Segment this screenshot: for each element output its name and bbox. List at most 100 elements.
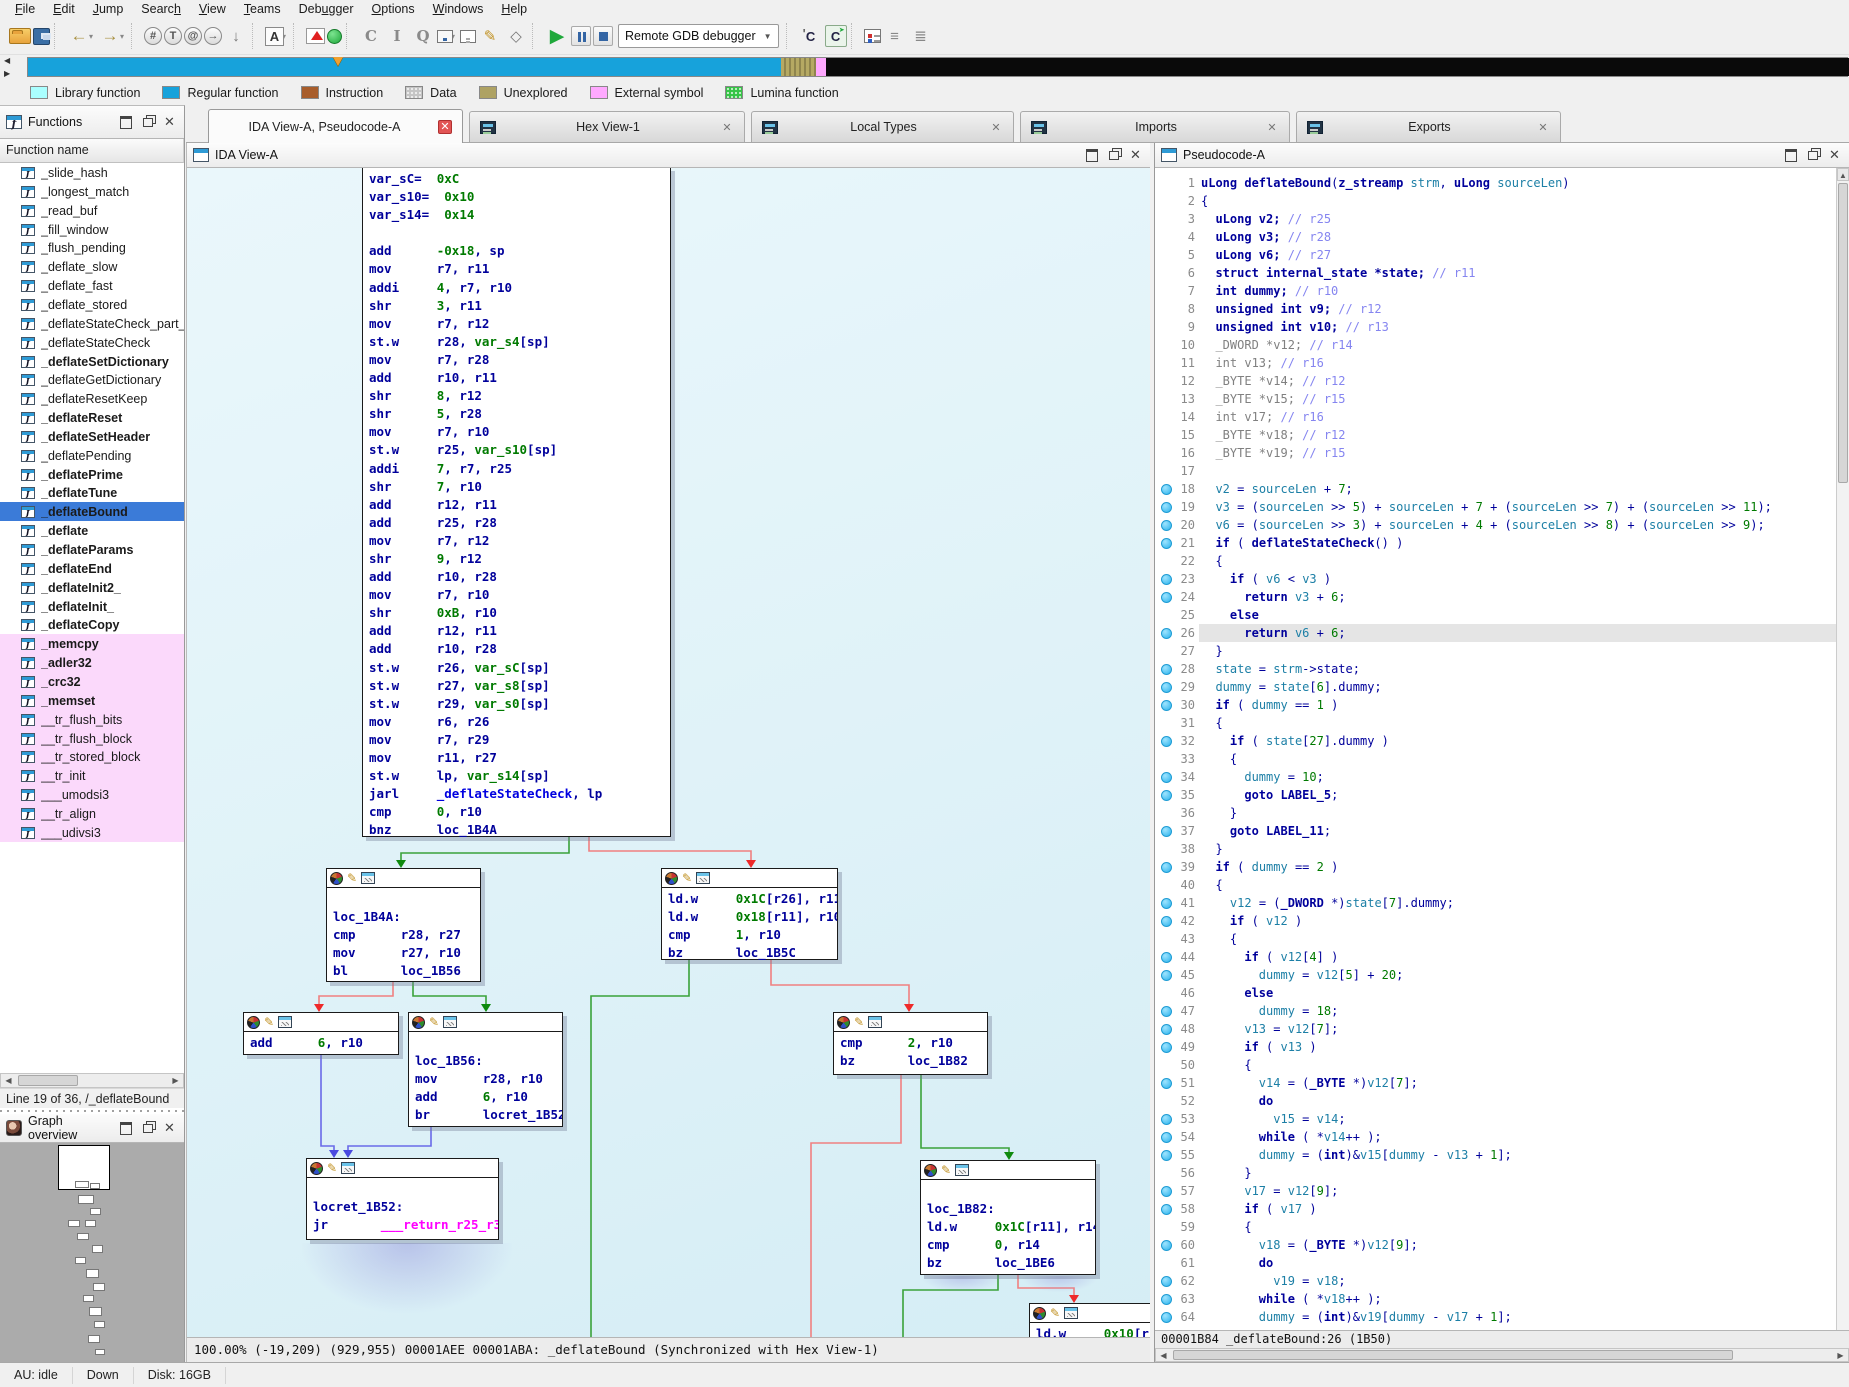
menu-file[interactable]: File: [6, 0, 44, 18]
block-frame-icon[interactable]: [361, 872, 375, 884]
pseudocode-line-32[interactable]: 32 if ( state[27].dummy ): [1155, 732, 1836, 750]
close-icon[interactable]: ✕: [720, 120, 734, 134]
jump-segment-icon[interactable]: @: [184, 27, 202, 45]
close-icon[interactable]: ✕: [989, 120, 1003, 134]
maximize-button[interactable]: [117, 1121, 134, 1135]
menu-search[interactable]: Search: [132, 0, 190, 18]
menu-teams[interactable]: Teams: [235, 0, 290, 18]
trace-edit-icon[interactable]: ✎: [478, 24, 502, 48]
hscroll-right-icon[interactable]: ▶: [1833, 1351, 1848, 1360]
basic-block-2[interactable]: ✎ld.w 0x1C[r26], r11ld.w 0x18[r11], r10c…: [661, 868, 838, 960]
basic-block-1[interactable]: ✎loc_1B4A:cmp r28, r27mov r27, r10bl loc…: [326, 868, 481, 982]
pseudocode-line-45[interactable]: 45 dummy = v12[5] + 20;: [1155, 966, 1836, 984]
pseudocode-hscrollbar[interactable]: ◀ ▶: [1155, 1348, 1849, 1362]
block-edit-icon[interactable]: ✎: [347, 872, 357, 885]
hscroll-thumb[interactable]: [1173, 1350, 1733, 1360]
pseudocode-line-35[interactable]: 35 goto LABEL_5;: [1155, 786, 1836, 804]
function-item[interactable]: f_deflateStateCheck: [0, 333, 184, 352]
function-item[interactable]: f_longest_match: [0, 182, 184, 201]
pseudocode-line-8[interactable]: 8 unsigned int v9; // r12: [1155, 300, 1836, 318]
tab-ida-view-a-pseudocode-a[interactable]: IDA View-A, Pseudocode-A✕: [208, 109, 463, 143]
hscroll-left-icon[interactable]: ◀: [1156, 1351, 1171, 1360]
pseudocode-line-11[interactable]: 11 int v13; // r16: [1155, 354, 1836, 372]
function-item[interactable]: f_deflateEnd: [0, 559, 184, 578]
vscroll-up-icon[interactable]: ▲: [1837, 168, 1849, 181]
source-c-icon[interactable]: C: [799, 24, 823, 48]
pseudocode-line-23[interactable]: 23 if ( v6 < v3 ): [1155, 570, 1836, 588]
pseudocode-line-28[interactable]: 28 state = strm->state;: [1155, 660, 1836, 678]
pseudocode-line-15[interactable]: 15 _BYTE *v18; // r12: [1155, 426, 1836, 444]
close-button[interactable]: ✕: [1826, 148, 1843, 162]
pseudocode-line-4[interactable]: 4 uLong v3; // r28: [1155, 228, 1836, 246]
breakpoint-list-icon[interactable]: [306, 28, 325, 44]
block-color-icon[interactable]: [310, 1162, 323, 1175]
function-item[interactable]: f_deflateResetKeep: [0, 389, 184, 408]
pseudocode-line-47[interactable]: 47 dummy = 18;: [1155, 1002, 1836, 1020]
function-item[interactable]: f__tr_flush_block: [0, 729, 184, 748]
pseudocode-line-59[interactable]: 59 {: [1155, 1218, 1836, 1236]
pseudocode-line-20[interactable]: 20 v6 = (sourceLen >> 3) + sourceLen + 4…: [1155, 516, 1836, 534]
pseudocode-line-16[interactable]: 16 _BYTE *v19; // r15: [1155, 444, 1836, 462]
pseudocode-line-34[interactable]: 34 dummy = 10;: [1155, 768, 1836, 786]
function-item[interactable]: f_deflatePrime: [0, 465, 184, 484]
maximize-button[interactable]: [1782, 148, 1799, 162]
pseudocode-line-3[interactable]: 3 uLong v2; // r25: [1155, 210, 1836, 228]
pseudocode-line-50[interactable]: 50 {: [1155, 1056, 1836, 1074]
pseudocode-line-1[interactable]: 1uLong deflateBound(z_streamp strm, uLon…: [1155, 174, 1836, 192]
menu-jump[interactable]: Jump: [84, 0, 133, 18]
pseudocode-line-26[interactable]: 26 return v6 + 6;: [1155, 624, 1836, 642]
pseudocode-line-21[interactable]: 21 if ( deflateStateCheck() ): [1155, 534, 1836, 552]
basic-block-4[interactable]: ✎loc_1B56:mov r28, r10add 6, r10br locre…: [408, 1012, 563, 1127]
open-file-icon[interactable]: [9, 28, 31, 44]
block-edit-icon[interactable]: ✎: [429, 1016, 439, 1029]
function-item[interactable]: f_deflate_fast: [0, 276, 184, 295]
menu-options[interactable]: Options: [363, 0, 424, 18]
float-button[interactable]: [139, 115, 156, 129]
basic-block-7[interactable]: ✎loc_1B82:ld.w 0x1C[r11], r14cmp 0, r14b…: [920, 1160, 1096, 1275]
basic-block-3[interactable]: ✎add 6, r10: [243, 1012, 399, 1055]
pseudocode-line-64[interactable]: 64 dummy = (int)&v19[dummy - v17 + 1];: [1155, 1308, 1836, 1326]
function-item[interactable]: f___udivsi3: [0, 823, 184, 842]
block-color-icon[interactable]: [412, 1016, 425, 1029]
block-frame-icon[interactable]: [1064, 1307, 1078, 1319]
band-scroll-left-icon[interactable]: ◀: [4, 56, 18, 65]
menu-windows[interactable]: Windows: [424, 0, 493, 18]
block-header[interactable]: ✎: [921, 1161, 1095, 1180]
function-item[interactable]: f__tr_align: [0, 804, 184, 823]
pseudocode-line-62[interactable]: 62 v19 = v18;: [1155, 1272, 1836, 1290]
pseudocode-line-5[interactable]: 5 uLong v6; // r27: [1155, 246, 1836, 264]
pseudocode-line-48[interactable]: 48 v13 = v12[7];: [1155, 1020, 1836, 1038]
navigate-forward-icon[interactable]: →: [98, 24, 122, 48]
navigate-back-icon[interactable]: ←: [67, 24, 91, 48]
block-color-icon[interactable]: [924, 1164, 937, 1177]
function-item[interactable]: f_deflateReset: [0, 408, 184, 427]
functions-hscrollbar[interactable]: ◀ ▶: [0, 1073, 184, 1088]
block-header[interactable]: ✎: [327, 869, 480, 888]
jump-entry-icon[interactable]: →: [204, 27, 222, 45]
function-item[interactable]: f_deflateBound: [0, 502, 184, 521]
block-header[interactable]: ✎: [1030, 1304, 1151, 1323]
graph-view[interactable]: var_sC= 0xCvar_s10= 0x10var_s14= 0x14add…: [187, 168, 1151, 1337]
function-item[interactable]: f__tr_init: [0, 766, 184, 785]
pseudocode-line-31[interactable]: 31 {: [1155, 714, 1836, 732]
save-database-icon[interactable]: [33, 28, 50, 45]
pseudocode-line-33[interactable]: 33 {: [1155, 750, 1836, 768]
function-item[interactable]: f__tr_flush_bits: [0, 710, 184, 729]
function-item[interactable]: f_crc32: [0, 672, 184, 691]
function-item[interactable]: f_deflatePending: [0, 446, 184, 465]
pseudocode-line-61[interactable]: 61 do: [1155, 1254, 1836, 1272]
menu-help[interactable]: Help: [492, 0, 536, 18]
block-frame-icon[interactable]: [443, 1016, 457, 1028]
navigation-band-track[interactable]: [27, 57, 1848, 77]
function-item[interactable]: f_flush_pending: [0, 238, 184, 257]
function-item[interactable]: f_deflateSetHeader: [0, 427, 184, 446]
block-header[interactable]: ✎: [409, 1013, 562, 1032]
pseudocode-line-54[interactable]: 54 while ( *v14++ );: [1155, 1128, 1836, 1146]
basic-block-0[interactable]: var_sC= 0xCvar_s10= 0x10var_s14= 0x14add…: [362, 168, 671, 837]
pseudocode-line-18[interactable]: 18 v2 = sourceLen + 7;: [1155, 480, 1836, 498]
function-item[interactable]: f_deflateParams: [0, 540, 184, 559]
block-color-icon[interactable]: [247, 1016, 260, 1029]
hscroll-thumb[interactable]: [18, 1075, 78, 1086]
block-header[interactable]: ✎: [662, 869, 837, 888]
watch-window-icon[interactable]: [460, 30, 476, 43]
